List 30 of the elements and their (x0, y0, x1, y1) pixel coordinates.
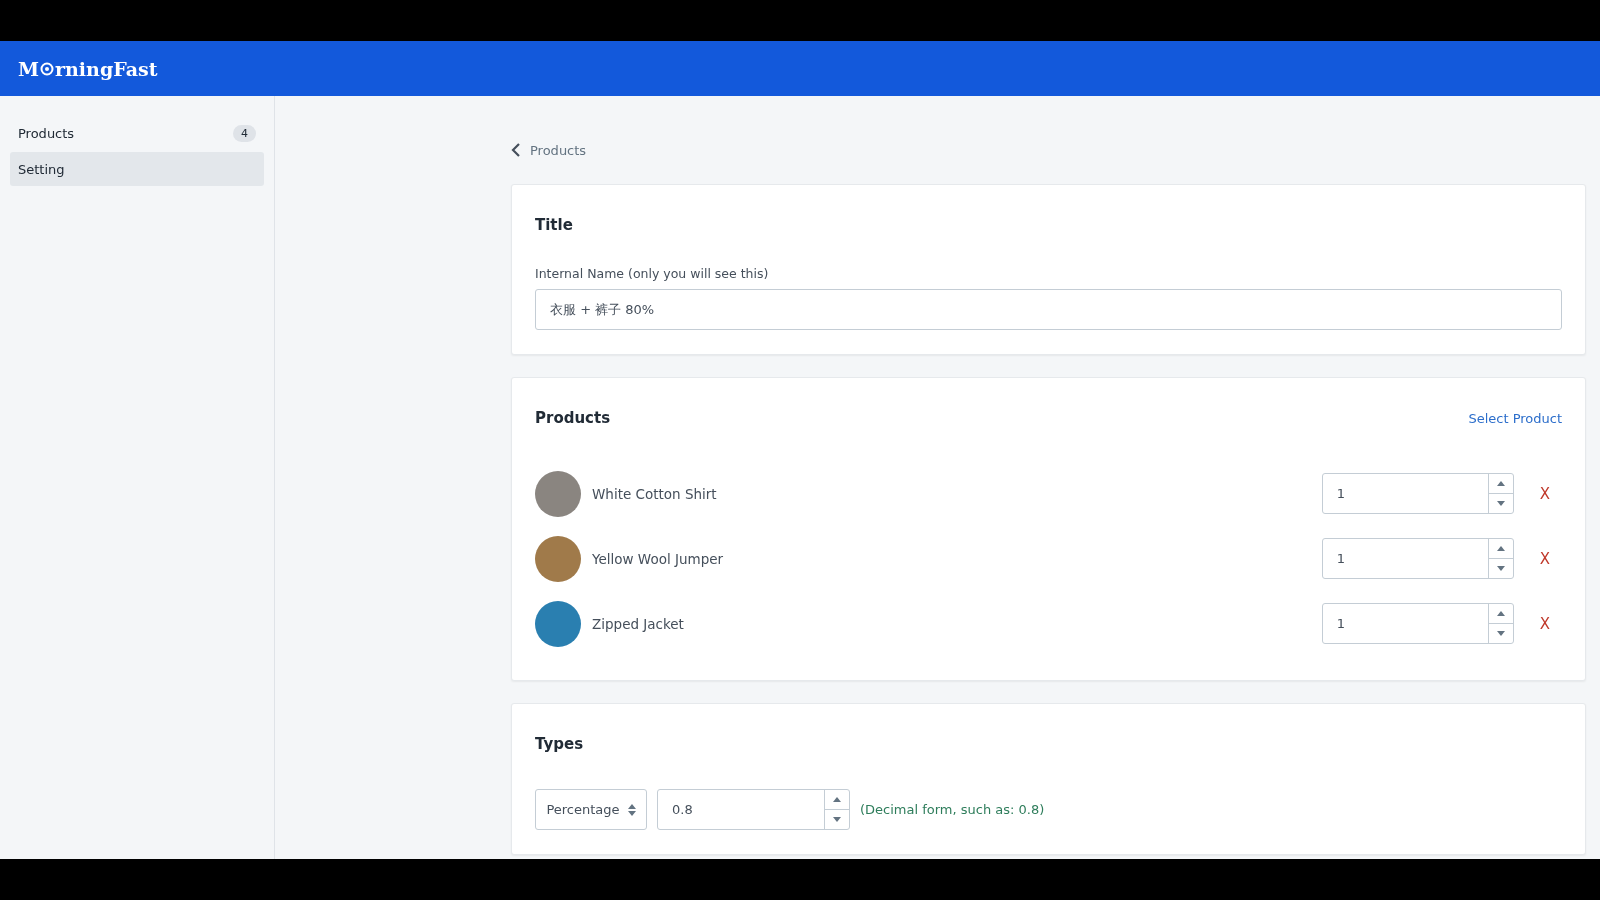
name-input-field[interactable]: 衣服 + 裤子 80% (535, 289, 1562, 330)
back-link[interactable]: Products (511, 140, 1586, 160)
quantity-input-field[interactable]: 1 (1321, 603, 1514, 644)
card-heading: Types (535, 735, 585, 753)
select-product-link[interactable]: Select Product (1468, 410, 1562, 426)
type-select[interactable]: Percentage (535, 789, 647, 830)
hint-text: (Decimal form, such as: 0.8) (860, 802, 1045, 817)
remove-button[interactable]: X (1535, 549, 1554, 568)
quantity-input-field[interactable]: 1 (1321, 538, 1514, 579)
chevron-left-icon (511, 143, 521, 157)
sidebar-item[interactable]: Setting (10, 152, 264, 186)
logo-text: rningFast (55, 57, 158, 80)
sidebar-item[interactable]: Products 4 (10, 116, 264, 150)
photo-placeholder (535, 470, 581, 517)
card-heading: Products (535, 409, 611, 427)
product-name: Zipped Jacket (592, 615, 685, 632)
quantity-input-field[interactable]: 1 (1321, 473, 1514, 514)
photo-placeholder (535, 600, 581, 647)
logo-text: M (18, 57, 40, 80)
product-name: Yellow Wool Jumper (592, 550, 725, 567)
product-name: White Cotton Shirt (592, 485, 718, 502)
card-heading: Title (535, 216, 574, 234)
remove-button[interactable]: X (1535, 614, 1554, 633)
remove-button[interactable]: X (1535, 484, 1554, 503)
logo-ring-icon (40, 61, 55, 76)
sort-arrows-icon (627, 803, 636, 816)
field-label: Internal Name (only you will see this) (535, 266, 770, 281)
count-badge: 4 (233, 124, 256, 142)
value-input-field[interactable]: 0.8 (657, 789, 850, 830)
photo-placeholder (535, 535, 581, 582)
